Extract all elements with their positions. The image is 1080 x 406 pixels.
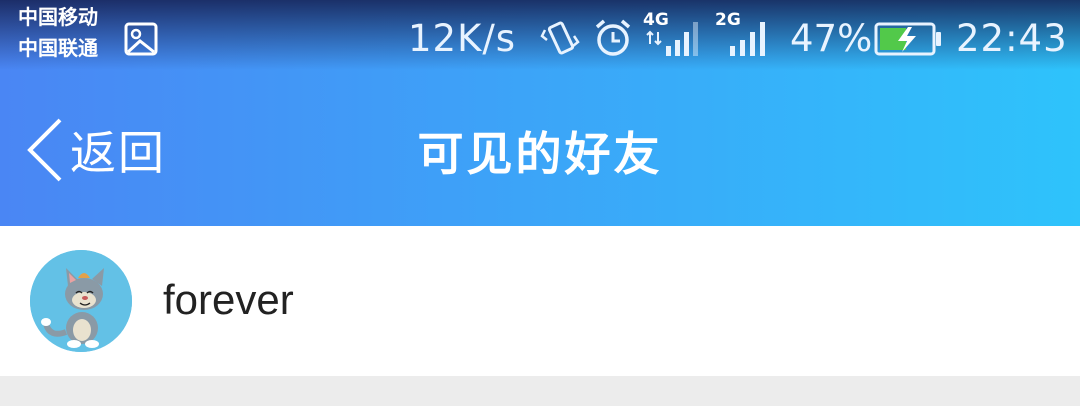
vibrate-icon bbox=[540, 21, 580, 55]
alarm-icon bbox=[595, 19, 631, 56]
clock: 22:43 bbox=[956, 17, 1068, 60]
avatar bbox=[30, 250, 132, 352]
net-speed: 12K/s bbox=[408, 17, 517, 60]
list-item[interactable]: forever bbox=[0, 226, 1080, 376]
image-icon bbox=[124, 22, 158, 56]
friend-name: forever bbox=[163, 276, 294, 323]
battery-charging-icon bbox=[874, 22, 941, 56]
friend-list: forever bbox=[0, 226, 1080, 376]
page-title: 可见的好友 bbox=[417, 127, 663, 181]
status-bar: 中国移动 中国联通 12K/s 4G 2G 47% 22:43 bbox=[0, 0, 1080, 78]
signal-icon bbox=[646, 22, 698, 56]
header: 中国移动 中国联通 12K/s 4G 2G 47% 22:43 返回 可见的好友 bbox=[0, 0, 1080, 226]
signal-icon bbox=[730, 22, 765, 56]
cartoon-cat-icon bbox=[30, 250, 132, 352]
battery-percent: 47% bbox=[790, 17, 873, 60]
carrier-2: 中国联通 bbox=[18, 36, 98, 60]
carrier-1: 中国移动 bbox=[18, 5, 98, 29]
